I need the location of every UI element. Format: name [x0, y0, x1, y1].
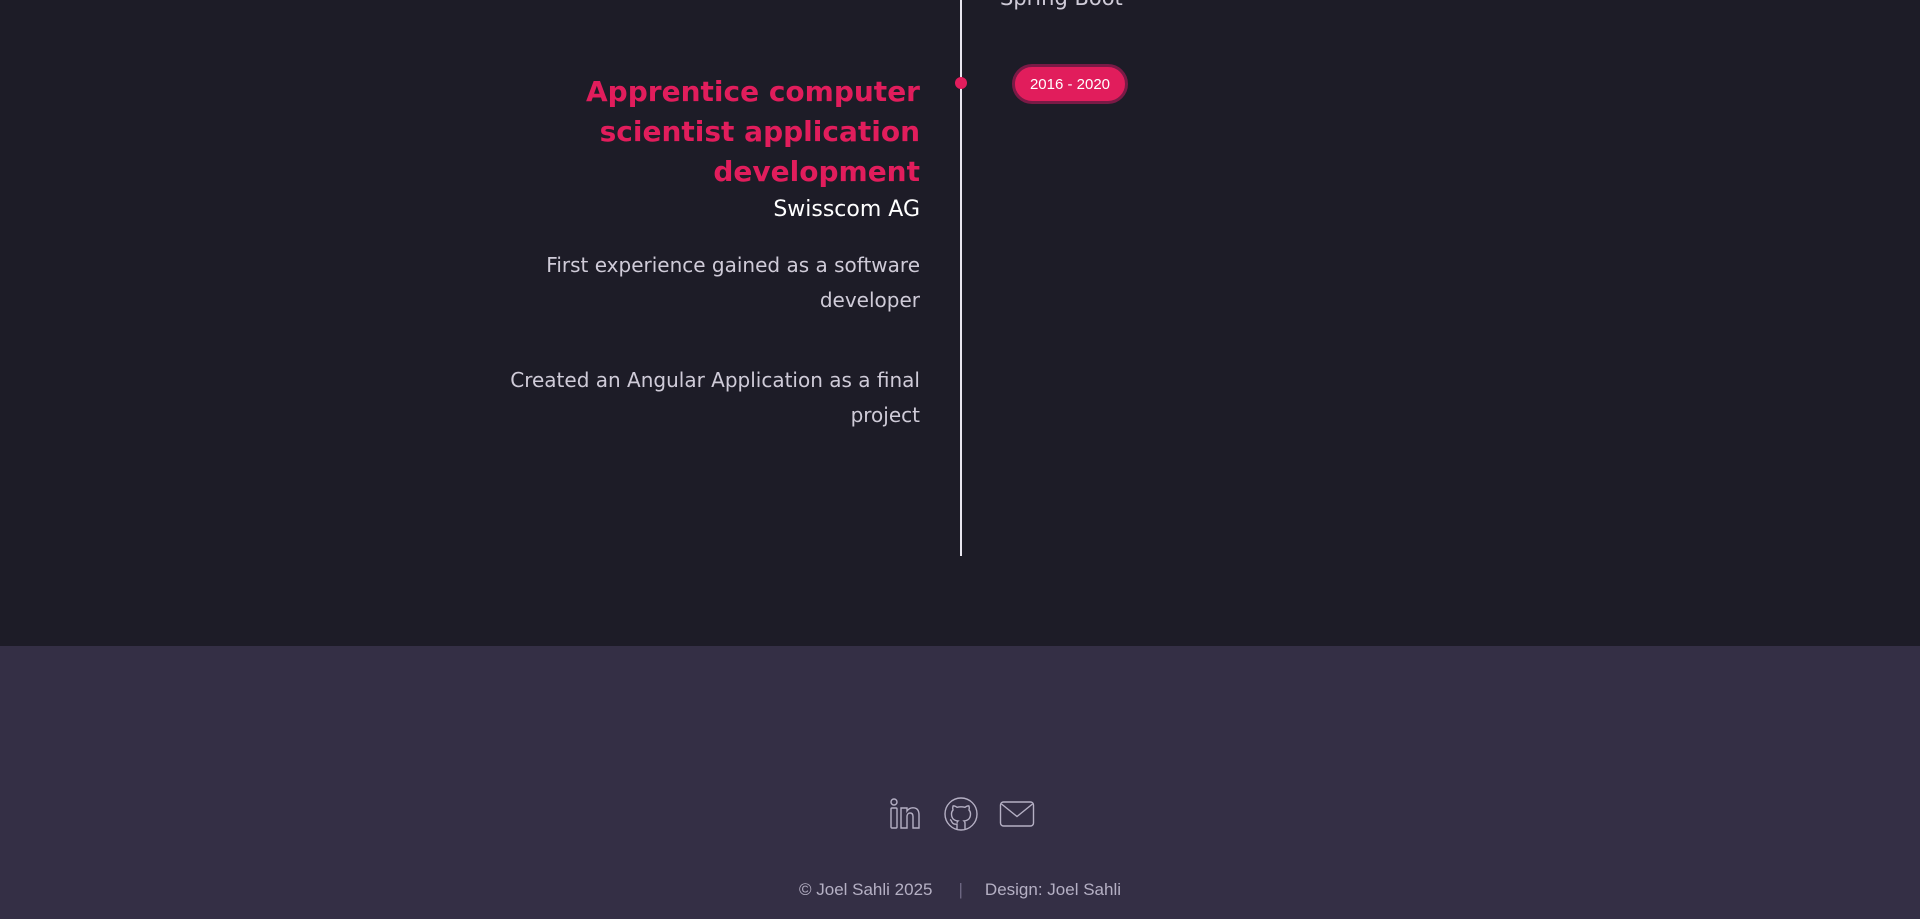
- mail-icon: [999, 801, 1035, 827]
- github-link[interactable]: [943, 796, 979, 832]
- date-badge: 2016 - 2020: [1012, 64, 1128, 104]
- social-links: [0, 796, 1920, 832]
- design-credit: Design: Joel Sahli: [984, 880, 1121, 899]
- credits-separator: |: [958, 880, 963, 899]
- timeline-marker: [955, 77, 967, 89]
- copyright-text: © Joel Sahli 2025: [798, 880, 933, 899]
- experience-timeline: Spring Boot 2016 - 2020 Apprentice compu…: [0, 0, 1920, 646]
- linkedin-icon: [890, 798, 920, 829]
- timeline-entry: Apprentice computer scientist applicatio…: [450, 72, 920, 433]
- email-link[interactable]: [999, 796, 1035, 832]
- site-footer: © Joel Sahli 2025 | Design: Joel Sahli: [0, 646, 1920, 919]
- entry-title: Apprentice computer scientist applicatio…: [586, 75, 920, 188]
- entry-company: Swisscom AG: [773, 197, 920, 222]
- previous-timeline-item-text: Spring Boot: [1000, 0, 1123, 10]
- linkedin-link[interactable]: [887, 796, 923, 832]
- github-icon: [944, 797, 978, 831]
- entry-description: First experience gained as a software de…: [546, 253, 920, 312]
- footer-credits: © Joel Sahli 2025 | Design: Joel Sahli: [0, 880, 1920, 900]
- entry-description: Created an Angular Application as a fina…: [510, 368, 920, 427]
